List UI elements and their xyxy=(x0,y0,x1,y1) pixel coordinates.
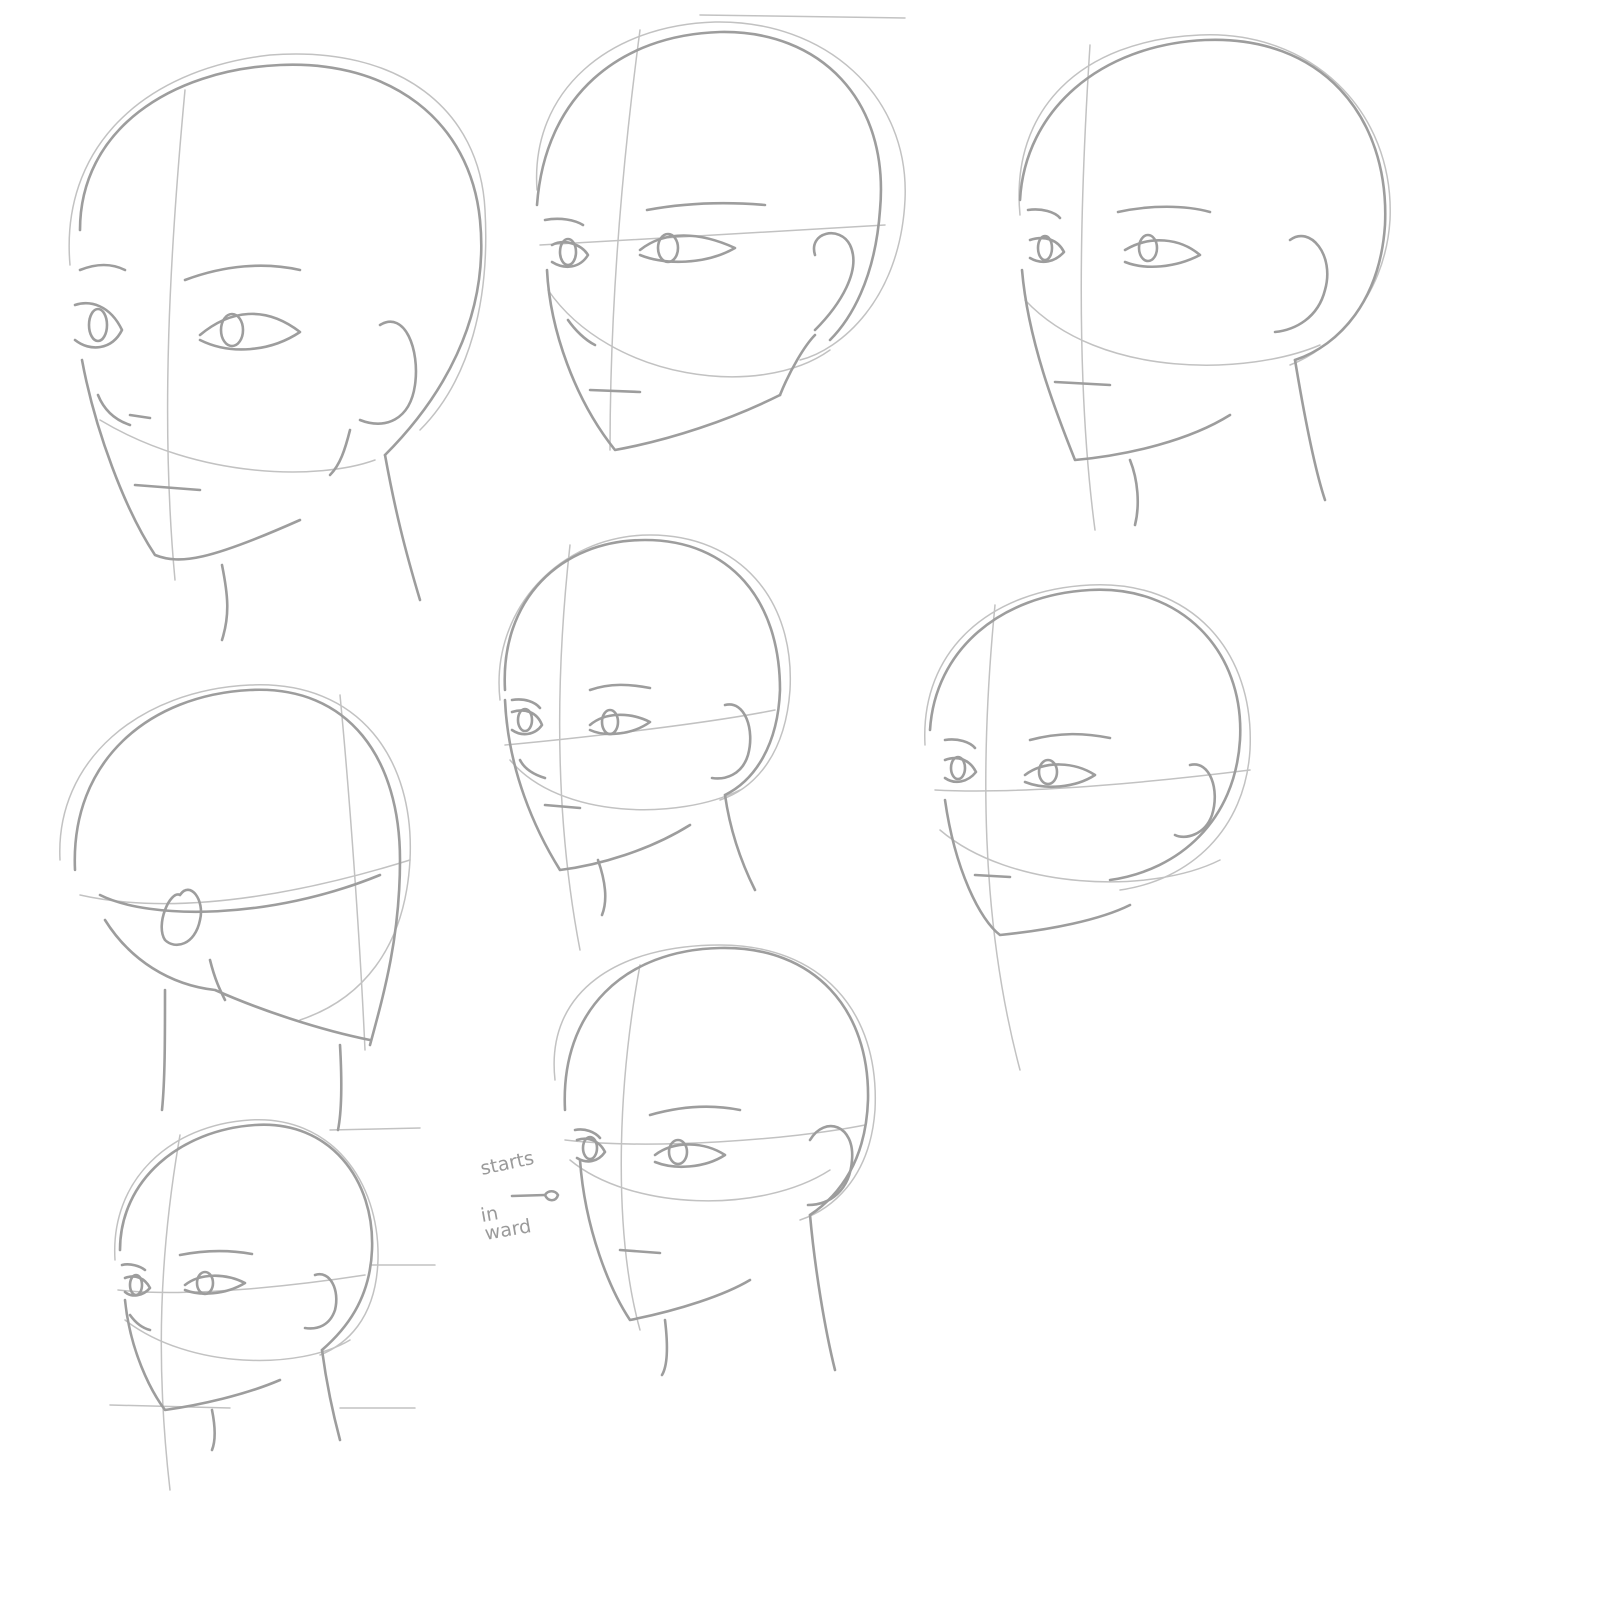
note-word-starts: starts xyxy=(478,1147,536,1180)
head-sketch-2 xyxy=(535,14,906,452)
note-arrow xyxy=(510,1193,547,1198)
handwritten-note: starts in ward xyxy=(478,1147,560,1245)
head-sketch-8 xyxy=(109,1119,436,1491)
head-sketch-1 xyxy=(68,53,487,642)
head-sketch-3 xyxy=(1018,34,1391,531)
head-sketch-4 xyxy=(498,534,792,951)
head-sketch-7 xyxy=(553,944,876,1377)
head-sketch-6 xyxy=(924,584,1251,1071)
head-sketch-5 xyxy=(59,684,421,1132)
sketch-canvas: starts in ward xyxy=(59,14,1391,1491)
